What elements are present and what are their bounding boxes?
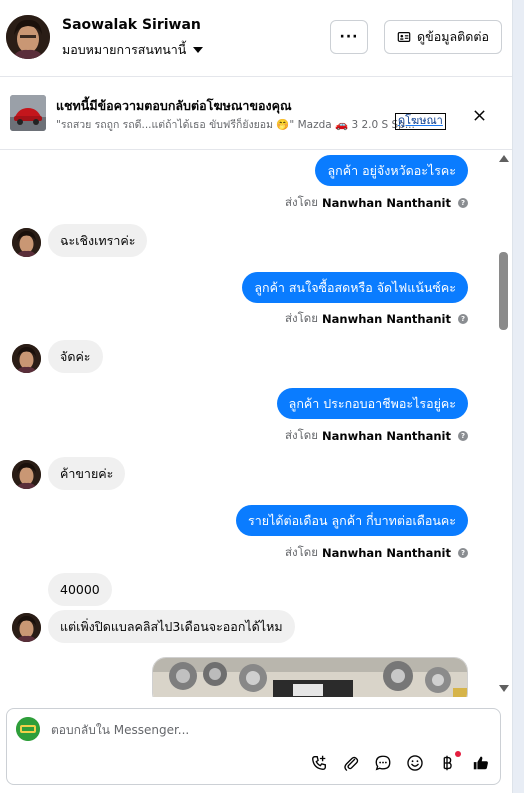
contact-card-icon — [397, 32, 411, 42]
sender-name: Nanwhan Nanthanit — [322, 196, 451, 210]
scroll-up-arrow-icon[interactable] — [499, 155, 509, 162]
outgoing-message[interactable]: ลูกค้า สนใจซื้อสดหรือ จัดไฟแน้นซ์คะ — [242, 272, 468, 303]
contact-name[interactable]: Saowalak Siriwan — [62, 17, 201, 33]
info-icon[interactable]: ? — [458, 314, 468, 324]
view-contact-info-button[interactable]: ดูข้อมูลติดต่อ — [384, 20, 502, 54]
message-scrollbar[interactable] — [496, 151, 512, 697]
outgoing-message[interactable]: ลูกค้า ประกอบอาชีพอะไรอยู่คะ — [276, 388, 468, 419]
contact-avatar-small — [12, 344, 41, 373]
ad-snippet: "รถสวย รถถูก รถดี...แต่ถ้าได้เธอ ขับฟรีก… — [56, 119, 415, 131]
sent-by-prefix: ส่งโดย — [284, 195, 319, 209]
sent-by-label: ส่งโดย Nanwhan Nanthanit ? — [285, 310, 468, 328]
attach-file-button[interactable] — [341, 753, 361, 773]
incoming-message[interactable]: ฉะเชิงเทราค่ะ — [48, 224, 148, 257]
sent-by-label: ส่งโดย Nanwhan Nanthanit ? — [285, 544, 468, 562]
contact-avatar[interactable] — [6, 15, 50, 59]
incoming-message[interactable]: จัดค่ะ — [48, 340, 103, 373]
scrollbar-thumb[interactable] — [499, 252, 508, 330]
reply-composer — [6, 708, 501, 785]
caret-down-icon — [193, 47, 204, 53]
reply-message-input[interactable] — [51, 721, 471, 739]
message-thread[interactable]: ลูกค้า อยู่จังหวัดอะไรคะ ส่งโดย Nanwhan … — [0, 151, 496, 697]
contact-avatar-small — [12, 613, 41, 642]
sent-by-prefix: ส่งโดย — [284, 311, 319, 325]
incoming-message[interactable]: ค้าขายค่ะ — [48, 457, 126, 490]
emoji-icon — [407, 755, 423, 771]
close-banner-button[interactable] — [468, 104, 490, 126]
call-add-button[interactable] — [309, 753, 329, 773]
attachment-icon — [344, 756, 359, 771]
sent-by-prefix: ส่งโดย — [284, 545, 319, 559]
more-options-button[interactable]: ··· — [330, 20, 368, 54]
emoji-button[interactable] — [405, 753, 425, 773]
ad-banner-title: แชทนี้มีข้อความตอบกลับต่อโฆษณาของคุณ — [56, 98, 292, 113]
payment-baht-icon — [443, 755, 452, 771]
info-icon[interactable]: ? — [458, 431, 468, 441]
info-icon[interactable]: ? — [458, 548, 468, 558]
outgoing-message[interactable]: รายได้ต่อเดือน ลูกค้า กี่บาทต่อเดือนคะ — [236, 505, 468, 536]
sent-by-prefix: ส่งโดย — [284, 428, 319, 442]
sender-name: Nanwhan Nanthanit — [322, 312, 451, 326]
info-icon[interactable]: ? — [458, 198, 468, 208]
sender-name: Nanwhan Nanthanit — [322, 429, 451, 443]
contact-avatar-small — [12, 460, 41, 489]
incoming-message[interactable]: แต่เพิ่งปิดแบลคลิสไป3เดือนจะออกได้ไหม — [48, 610, 295, 643]
conversation-header: Saowalak Siriwan มอบหมายการสนทนานี้ ··· … — [0, 0, 512, 77]
side-panel-edge — [512, 0, 524, 793]
call-add-icon — [312, 755, 326, 770]
sent-by-label: ส่งโดย Nanwhan Nanthanit ? — [285, 427, 468, 445]
page-avatar — [16, 717, 40, 741]
saved-reply-icon — [375, 755, 391, 771]
outgoing-message[interactable]: ลูกค้า อยู่จังหวัดอะไรคะ — [315, 155, 468, 186]
incoming-message[interactable]: 40000 — [48, 573, 112, 606]
contact-avatar-small — [12, 228, 41, 257]
sent-by-label: ส่งโดย Nanwhan Nanthanit ? — [285, 194, 468, 212]
saved-replies-button[interactable] — [373, 753, 393, 773]
assign-label: มอบหมายการสนทนานี้ — [62, 42, 187, 57]
close-icon — [473, 109, 485, 121]
view-ad-link[interactable]: ดูโฆษณา — [395, 113, 446, 130]
ad-reply-banner: แชทนี้มีข้อความตอบกลับต่อโฆษณาของคุณ "รถ… — [0, 78, 512, 150]
ad-thumbnail — [10, 95, 46, 131]
contact-info-label: ดูข้อมูลติดต่อ — [417, 29, 489, 44]
like-button[interactable] — [471, 753, 491, 773]
sender-name: Nanwhan Nanthanit — [322, 546, 451, 560]
more-icon: ··· — [339, 29, 359, 45]
payment-button[interactable] — [437, 753, 457, 773]
assign-conversation-dropdown[interactable]: มอบหมายการสนทนานี้ — [62, 40, 204, 60]
notification-dot — [455, 751, 461, 757]
image-attachment[interactable] — [152, 657, 468, 697]
scroll-down-arrow-icon[interactable] — [499, 685, 509, 692]
like-icon — [473, 756, 488, 770]
